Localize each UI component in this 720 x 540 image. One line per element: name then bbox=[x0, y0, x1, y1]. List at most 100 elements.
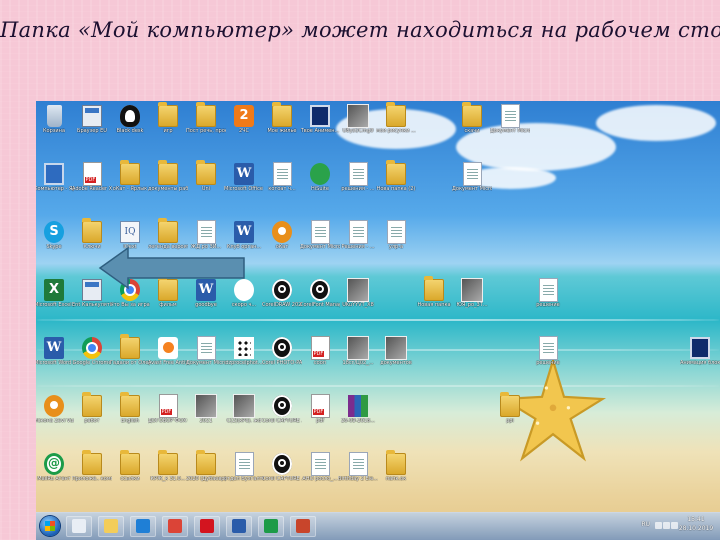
desktop-icon[interactable]: HiSuite bbox=[300, 163, 340, 192]
desktop-icon-label: Браузер EU bbox=[77, 128, 107, 134]
taskbar-button[interactable] bbox=[98, 516, 124, 537]
desktop-icon[interactable]: 26-09-2018... bbox=[338, 395, 378, 424]
taskbar-button[interactable] bbox=[194, 516, 220, 537]
desktop-icon[interactable]: Black desk bbox=[110, 105, 150, 134]
desktop-icon[interactable]: Документ Microso... bbox=[186, 337, 226, 366]
skype-icon: S bbox=[44, 221, 64, 243]
desktop-icon[interactable]: С(2)(кРе). жd bbox=[224, 395, 264, 424]
desktop-icon[interactable]: WMicrosoft Office Wo... bbox=[224, 163, 264, 192]
desktop-icon[interactable]: Uni bbox=[186, 160, 226, 192]
desktop-icon[interactable]: оКат - Ярлык bbox=[110, 160, 150, 192]
taskbar-button[interactable] bbox=[290, 516, 316, 537]
taskbar-button[interactable] bbox=[162, 516, 188, 537]
desktop-icon[interactable]: Google Chrome bbox=[72, 337, 112, 366]
folder-icon bbox=[120, 450, 140, 475]
desktop-icon[interactable]: MailRu Агент bbox=[36, 453, 74, 482]
desktop-icon[interactable]: CorelFont Manager 2... bbox=[300, 279, 340, 308]
desktop-icon[interactable]: Твое Анимен... bbox=[300, 105, 340, 134]
desktop-icon[interactable]: 2021 bbox=[186, 395, 226, 424]
desktop-icon-label: Microsoft Excel 2010 bbox=[36, 302, 74, 308]
desktop-icon-label: Microsoft Word 2010 bbox=[36, 360, 74, 366]
desktop-icon[interactable]: ссылки bbox=[110, 450, 150, 482]
desktop-icon[interactable]: Corel CAPTURE ... bbox=[262, 395, 302, 424]
taskbar-button[interactable] bbox=[66, 516, 92, 537]
desktop-icon[interactable]: Искона Zevi Vun bbox=[36, 395, 74, 424]
desktop-screenshot: Корзина Браузер EU Black desk игр Пост речь,… bbox=[36, 101, 720, 540]
desktop-icon[interactable]: Решения - ... bbox=[338, 221, 378, 250]
taskbar-button[interactable] bbox=[130, 516, 156, 537]
desktop-icon[interactable]: улр-а bbox=[376, 221, 416, 250]
desktop-icon[interactable]: Нова папка (2) bbox=[376, 160, 416, 192]
desktop-icon[interactable]: Браузер EU bbox=[72, 105, 112, 134]
desktop-icon-label: ppl bbox=[506, 418, 514, 424]
desktop-icon[interactable]: Документ Microsoft ... bbox=[452, 163, 492, 192]
clock[interactable]: 15:41 28.10.2019 bbox=[676, 515, 716, 533]
folder-icon bbox=[120, 392, 140, 417]
desktop-icon[interactable]: ЮЯ_ро_3Т... bbox=[452, 279, 492, 308]
desktop-icon-label: Искона Zevi Vun bbox=[36, 418, 74, 424]
taskbar-button[interactable] bbox=[258, 516, 284, 537]
desktop-icon[interactable]: Corel PHOTO-PA... bbox=[262, 337, 302, 366]
start-button[interactable] bbox=[40, 516, 60, 536]
desktop-icon[interactable]: S Skype bbox=[36, 221, 74, 250]
tray-flag-icon[interactable] bbox=[655, 522, 662, 529]
desktop-icon[interactable]: WMicrosoft Word 2010 bbox=[36, 337, 74, 366]
desktop-icon[interactable]: Новая папка bbox=[414, 276, 454, 308]
desktop-icon[interactable]: Корзина bbox=[36, 105, 74, 134]
desktop-icon[interactable]: мои рисунки ... bbox=[376, 102, 416, 134]
folder-icon bbox=[120, 160, 140, 185]
desktop-icon[interactable]: Компьютер - Ярлык bbox=[36, 163, 74, 192]
document-icon bbox=[539, 337, 557, 359]
desktop-icon[interactable]: ДОГОВОР ФОХ Сер... bbox=[148, 395, 188, 424]
desktop-icon[interactable]: 2 2ЧС bbox=[224, 105, 264, 134]
desktop-icon[interactable]: Corel CAPTURE ... bbox=[262, 453, 302, 482]
desktop-icon[interactable]: English bbox=[110, 392, 150, 424]
desktop-icon[interactable]: Гадали от Олеркие(4)... bbox=[110, 334, 150, 366]
document-icon bbox=[311, 453, 329, 475]
desktop-icon[interactable]: ppl bbox=[490, 392, 530, 424]
desktop-icon[interactable]: Документ Microsoft ... bbox=[300, 221, 340, 250]
desktop-icon[interactable]: CorelDRAW 2020 (64 Bit) bbox=[262, 279, 302, 308]
desktop-icon[interactable]: 2020 (Дубаевр) bbox=[186, 450, 226, 482]
taskbar: RU 15:41 28.10.2019 bbox=[36, 512, 720, 540]
desktop-icon[interactable]: Пост речь, проект В... bbox=[186, 102, 226, 134]
excel-icon: X bbox=[44, 279, 64, 301]
desktop-icon[interactable]: Avast Free Antivirus bbox=[148, 337, 188, 366]
desktop-icon[interactable]: решение bbox=[528, 279, 568, 308]
desktop-icon[interactable]: скачи bbox=[452, 102, 492, 134]
desktop-icon[interactable]: решения - ... bbox=[338, 163, 378, 192]
taskbar-button[interactable] bbox=[226, 516, 252, 537]
desktop-icon[interactable]: АНО росло_... bbox=[300, 453, 340, 482]
desktop-icon[interactable]: папк.ок bbox=[376, 450, 416, 482]
desktop-icon[interactable]: Документ Microsoft ... bbox=[490, 105, 530, 134]
tray-network-icon[interactable] bbox=[663, 522, 670, 529]
desktop-icon[interactable]: UKuYYVT_X8 bbox=[338, 279, 378, 308]
desktop-icon[interactable]: КРЖ_к 31.0... bbox=[148, 450, 188, 482]
desktop-icon[interactable]: Анимация блок ... bbox=[680, 337, 720, 366]
desktop-icon[interactable]: решение bbox=[528, 337, 568, 366]
desktop-icon[interactable]: Приложе.. компьюте... bbox=[72, 450, 112, 482]
pdf-icon bbox=[83, 163, 101, 185]
desktop-icon[interactable]: документы рабочие bbox=[148, 160, 188, 192]
desktop-icon[interactable]: 18сг/Ц02_... bbox=[338, 337, 378, 366]
desktop-icon[interactable]: сооп bbox=[300, 337, 340, 366]
desktop-icon[interactable]: отдел Бухгалтер... bbox=[224, 453, 264, 482]
desktop-icon[interactable]: игр bbox=[148, 102, 188, 134]
desktop-icon-label: Нова папка (2) bbox=[376, 186, 416, 192]
desktop-icon[interactable]: работ bbox=[72, 392, 112, 424]
desktop-icon[interactable]: котоат ч... bbox=[262, 163, 302, 192]
desktop-icon[interactable]: pdf bbox=[300, 395, 340, 424]
desktop-icon[interactable]: Adobe Reader X bbox=[72, 163, 112, 192]
folder-icon bbox=[272, 102, 292, 127]
desktop-icon[interactable]: оКат bbox=[262, 221, 302, 250]
desktop-icon[interactable]: dzprocelphot... bbox=[224, 337, 264, 366]
folder-icon bbox=[120, 334, 140, 359]
desktop-icon[interactable]: U8yst/Cmg0 bbox=[338, 105, 378, 134]
desktop-icon[interactable]: Мое жилье bbox=[262, 102, 302, 134]
desktop-icon[interactable]: Birthday 2 Ele... bbox=[338, 453, 378, 482]
desktop-icon[interactable]: документов bbox=[376, 337, 416, 366]
desktop-icon-label: КРЖ_к 31.0... bbox=[150, 476, 186, 482]
word-icon: W bbox=[234, 221, 254, 243]
language-indicator[interactable]: RU bbox=[641, 521, 650, 528]
desktop-icon[interactable]: XMicrosoft Excel 2010 bbox=[36, 279, 74, 308]
